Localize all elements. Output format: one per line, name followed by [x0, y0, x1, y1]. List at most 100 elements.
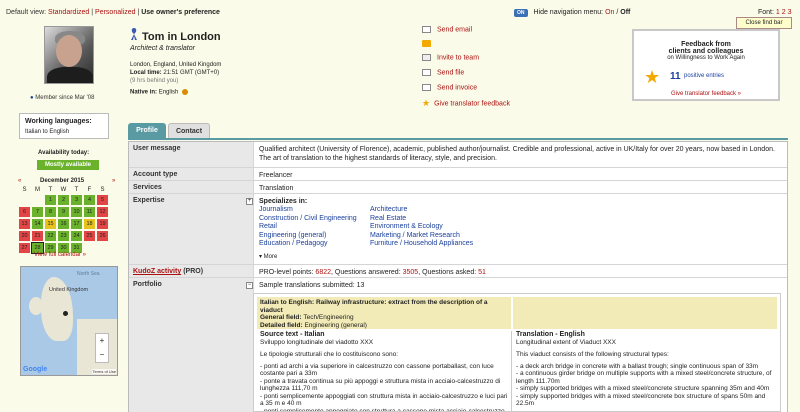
calendar-day[interactable]: 19 — [97, 219, 108, 229]
column-divider — [511, 331, 512, 411]
give-feedback-link[interactable]: ★ Give translator feedback — [422, 98, 510, 109]
calendar-day[interactable]: 25 — [84, 231, 95, 241]
calendar-month-title: December 2015 — [40, 178, 85, 184]
calendar-day[interactable]: 18 — [84, 219, 95, 229]
specialization-link[interactable]: Retail — [259, 223, 357, 232]
calendar-day[interactable]: 4 — [84, 195, 95, 205]
view-full-calendar-link[interactable]: View full calendar » — [34, 252, 86, 258]
sample-line: - ponti semplicemente appoggiato con str… — [260, 407, 505, 412]
calendar-empty-cell — [19, 195, 30, 205]
font-size-3[interactable]: 3 — [788, 9, 792, 16]
personalized-link[interactable]: Personalized — [95, 9, 135, 16]
calendar-day[interactable]: 5 — [97, 195, 108, 205]
map-zoom-control: + − — [95, 333, 109, 363]
specializes-in-label: Specializes in: — [259, 198, 308, 205]
invite-team-link[interactable]: Invite to team — [422, 54, 479, 61]
calendar-day[interactable]: 27 — [19, 243, 30, 253]
calendar-day[interactable]: 14 — [32, 219, 43, 229]
translation-text-column: Translation - English Longitudinal exten… — [516, 331, 774, 408]
calendar-day[interactable]: 1 — [45, 195, 56, 205]
sample-line: This viaduct consists of the following s… — [516, 351, 669, 358]
font-size-1[interactable]: 1 — [776, 9, 780, 16]
calendar-day[interactable]: 22 — [45, 231, 56, 241]
calendar-day[interactable]: 11 — [84, 207, 95, 217]
send-invoice-link[interactable]: Send invoice — [422, 84, 477, 91]
calendar-day[interactable]: 20 — [19, 231, 30, 241]
expand-expertise-button[interactable]: + — [246, 198, 253, 205]
calendar-day[interactable]: 16 — [58, 219, 69, 229]
message-link[interactable] — [422, 40, 437, 47]
send-email-link[interactable]: Send email — [422, 26, 472, 33]
portfolio-label: Portfolio — [129, 278, 254, 412]
calendar-day[interactable]: 15 — [45, 219, 56, 229]
invoice-icon — [422, 84, 431, 91]
user-message-label: User message — [129, 142, 254, 167]
positive-count[interactable]: 11 — [670, 71, 681, 82]
user-message-row: User message Qualified architect (Univer… — [129, 142, 787, 168]
native-verified-icon — [182, 89, 189, 95]
questions-asked[interactable]: 51 — [478, 269, 486, 276]
map-terms-link[interactable]: Terms of Use — [92, 369, 116, 374]
collapse-portfolio-button[interactable]: − — [246, 282, 253, 289]
standardized-link[interactable]: Standardized — [48, 9, 89, 16]
calendar-day[interactable]: 9 — [58, 207, 69, 217]
source-title: Source text - Italian — [260, 331, 325, 338]
specialization-link[interactable]: Furniture / Household Appliances — [370, 240, 473, 249]
specialization-link[interactable]: Construction / Civil Engineering — [259, 215, 357, 224]
view-options-bar: Default view: Standardized | Personalize… — [6, 9, 220, 16]
calendar-day[interactable]: 12 — [97, 207, 108, 217]
translator-role: Architect & translator — [130, 45, 195, 52]
sample-line: - ponti semplicemente appoggiati con str… — [260, 392, 508, 408]
working-languages-title: Working languages: — [25, 118, 92, 125]
location-map[interactable]: North Sea United Kingdom + − Google Term… — [20, 266, 118, 376]
specialization-link[interactable]: Journalism — [259, 206, 357, 215]
calendar-day[interactable]: 24 — [71, 231, 82, 241]
give-feedback-button[interactable]: Give translator feedback » — [634, 91, 778, 97]
specialization-link[interactable]: Environment & Ecology — [370, 223, 473, 232]
calendar-next-button[interactable]: » — [112, 178, 115, 184]
zoom-in-button[interactable]: + — [96, 334, 108, 348]
calendar-day[interactable]: 3 — [71, 195, 82, 205]
calendar-day[interactable]: 6 — [19, 207, 30, 217]
sample-line: - a deck arch bridge in concrete with a … — [516, 362, 759, 370]
calendar-day[interactable]: 13 — [19, 219, 30, 229]
tab-profile[interactable]: Profile — [128, 123, 166, 138]
hide-nav-off[interactable]: Off — [620, 9, 630, 16]
kudoz-points[interactable]: 6822 — [315, 269, 331, 276]
calendar-day[interactable]: 26 — [97, 231, 108, 241]
sample-header-right — [513, 297, 777, 329]
message-icon — [422, 40, 431, 47]
weekday-label: F — [87, 187, 92, 193]
hide-nav-on[interactable]: On — [605, 9, 614, 16]
kudoz-activity-link[interactable]: KudoZ activity — [133, 268, 181, 275]
kudoz-stats: PRO-level points: 6822, Questions answer… — [259, 269, 486, 276]
calendar-day[interactable]: 17 — [71, 219, 82, 229]
availability-title: Availability today: — [38, 150, 90, 156]
account-type-row: Account type Freelancer — [129, 168, 787, 181]
calendar-day[interactable]: 7 — [32, 207, 43, 217]
zoom-out-button[interactable]: − — [96, 348, 108, 362]
calendar-prev-button[interactable]: « — [18, 178, 21, 184]
positive-entries-link[interactable]: positive entries — [684, 73, 724, 79]
account-type-value: Freelancer — [259, 172, 293, 179]
owner-preference-option[interactable]: Use owner's preference — [141, 9, 220, 16]
time-difference: (9 hrs behind you) — [130, 78, 179, 84]
font-size-2[interactable]: 2 — [782, 9, 786, 16]
specialization-link[interactable]: Engineering (general) — [259, 232, 357, 241]
calendar-day[interactable]: 10 — [71, 207, 82, 217]
questions-answered[interactable]: 3505 — [403, 269, 419, 276]
calendar-day[interactable]: 23 — [58, 231, 69, 241]
specialization-link[interactable]: Education / Pedagogy — [259, 240, 357, 249]
specialization-link[interactable]: Real Estate — [370, 215, 473, 224]
specialization-link[interactable]: Marketing / Market Research — [370, 232, 473, 241]
specialization-link[interactable]: Architecture — [370, 206, 473, 215]
more-expertise-button[interactable]: ▾ More — [259, 253, 277, 262]
send-file-link[interactable]: Send file — [422, 69, 464, 76]
calendar-day[interactable]: 8 — [45, 207, 56, 217]
new-badge-icon: ON — [514, 9, 528, 17]
calendar-day[interactable]: 2 — [58, 195, 69, 205]
calendar-day[interactable]: 21 — [32, 231, 43, 241]
tab-contact[interactable]: Contact — [168, 123, 210, 138]
sample-line: - ponti ad archi a via superiore in calc… — [260, 362, 494, 378]
weekday-label: S — [22, 187, 27, 193]
